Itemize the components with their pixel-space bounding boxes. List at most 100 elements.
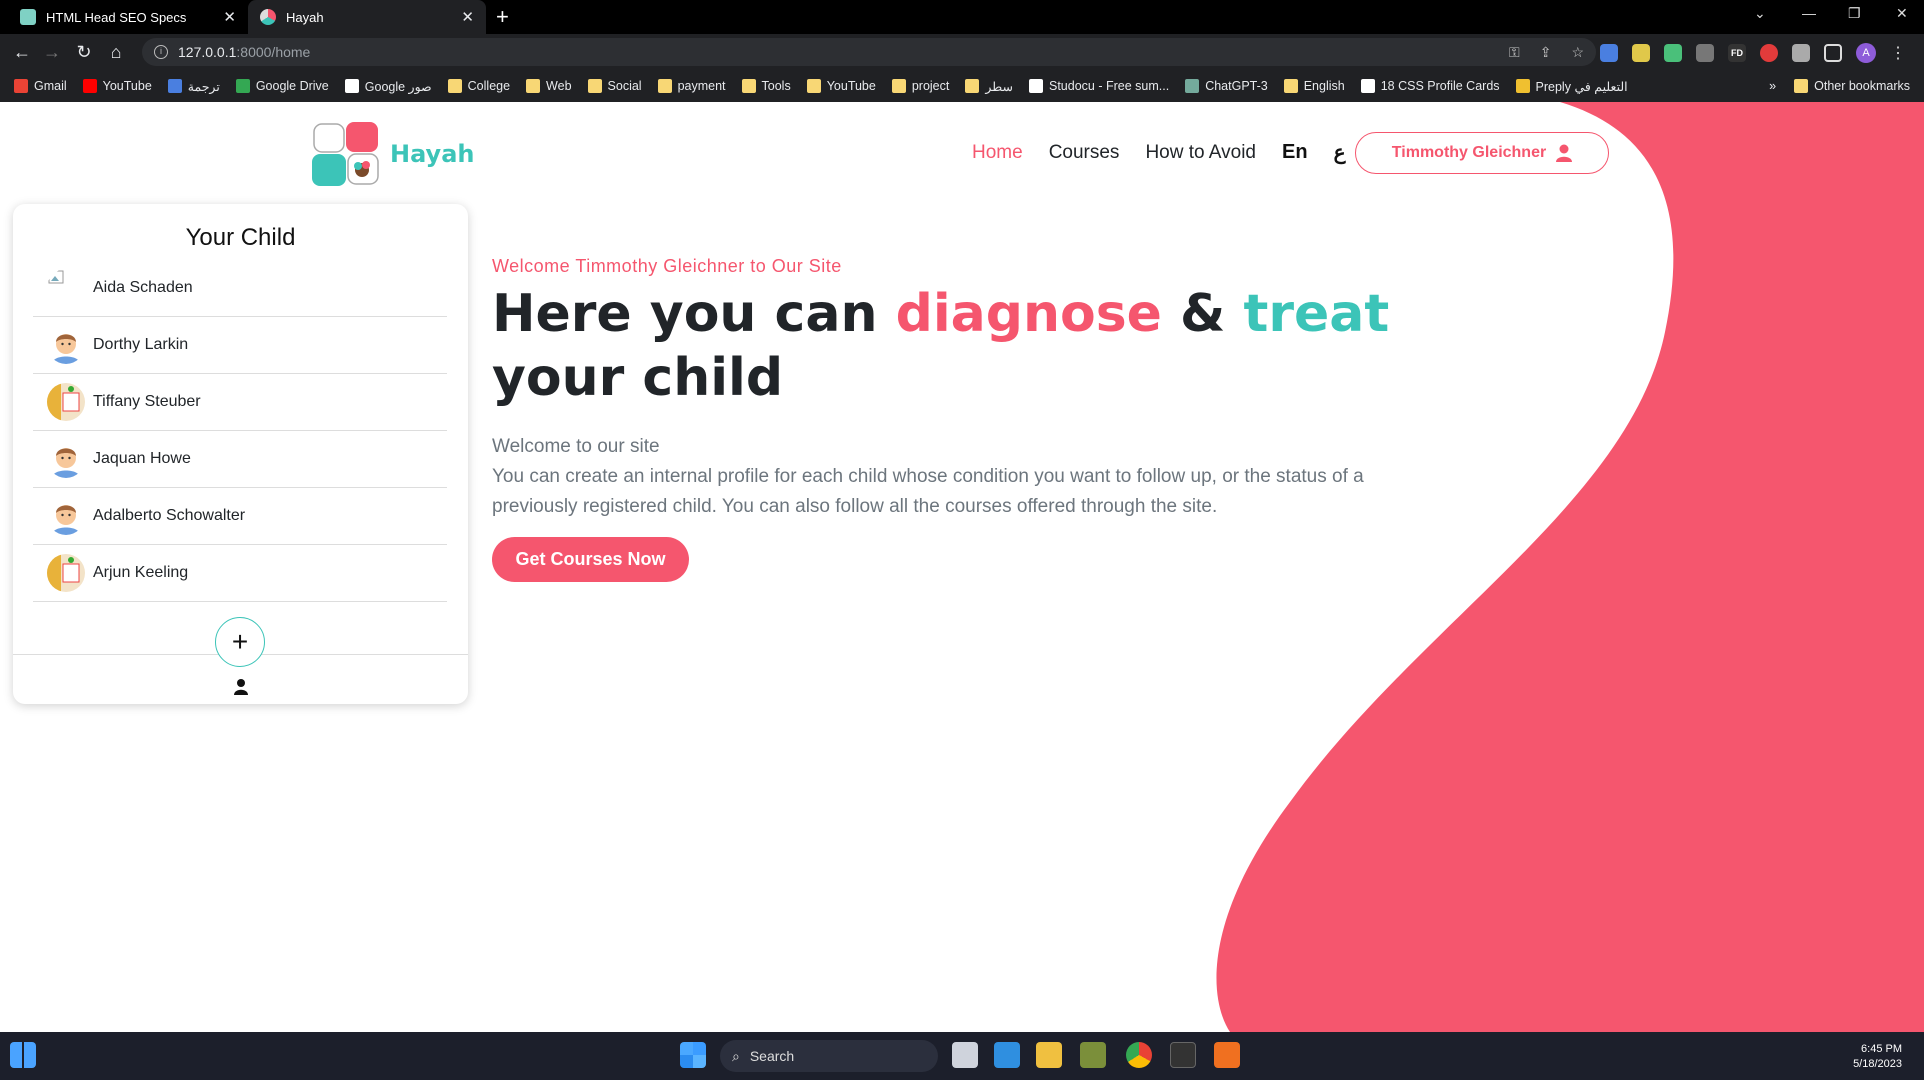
hero-title: Here you can diagnose & treat your child (492, 284, 1390, 408)
lang-ar-button[interactable]: ع (1334, 140, 1346, 165)
bookmark-label: College (467, 79, 511, 93)
side-panel-icon[interactable] (1824, 44, 1842, 62)
address-url: 127.0.0.1:8000/home (178, 44, 311, 60)
star-icon[interactable]: ☆ (1571, 44, 1584, 61)
reload-icon[interactable]: ↻ (72, 40, 96, 64)
bookmark-item[interactable]: Gmail (14, 79, 67, 93)
pen-extension-icon[interactable] (1632, 44, 1650, 62)
terminal-icon[interactable] (1170, 1042, 1196, 1068)
child-name: Dorthy Larkin (93, 336, 189, 353)
tab-favicon-icon (20, 9, 36, 25)
bookmark-label: Google صور (364, 79, 432, 94)
share-icon[interactable]: ⇪ (1540, 44, 1552, 61)
child-avatar (47, 497, 85, 535)
back-arrow-icon[interactable]: ← (10, 40, 34, 64)
taskbar-search[interactable]: ⌕ Search (720, 1040, 938, 1072)
bookmark-item[interactable]: English (1283, 79, 1345, 93)
close-tab-icon[interactable]: ✕ (223, 8, 236, 26)
task-view-icon[interactable] (952, 1042, 978, 1068)
chrome-icon[interactable] (1126, 1042, 1152, 1068)
bookmark-label: Web (546, 79, 572, 93)
xampp-icon[interactable] (1214, 1042, 1240, 1068)
user-profile-button[interactable]: Timmothy Gleichner (1355, 132, 1609, 174)
bookmark-label: Social (607, 79, 642, 93)
tab-hayah[interactable]: Hayah ✕ (248, 0, 486, 34)
folder-icon (891, 79, 906, 93)
fd-extension-icon[interactable]: FD (1728, 44, 1746, 62)
minimize-icon[interactable]: — (1802, 5, 1816, 21)
tab-html-head-seo[interactable]: HTML Head SEO Specs ✕ (8, 0, 248, 34)
child-list: Aida Schaden Dorthy Larkin Tiffany Steuber… (33, 260, 447, 602)
bookmark-label: Tools (761, 79, 791, 93)
drive-icon (235, 79, 250, 93)
close-window-icon[interactable]: ✕ (1896, 5, 1908, 22)
close-tab-icon[interactable]: ✕ (461, 8, 474, 26)
bookmark-item[interactable]: YouTube (806, 79, 876, 93)
bookmark-item[interactable]: YouTube (82, 79, 152, 93)
kebab-menu-icon[interactable]: ⋮ (1890, 43, 1906, 63)
site-info-icon[interactable]: i (154, 45, 168, 59)
site-logo[interactable]: Hayah (310, 118, 474, 190)
bookmark-item[interactable]: payment (657, 79, 726, 93)
child-row[interactable]: Arjun Keeling (33, 545, 447, 602)
bookmark-item[interactable]: سطر (965, 79, 1013, 94)
vscode-icon[interactable] (994, 1042, 1020, 1068)
app-icon[interactable] (1080, 1042, 1106, 1068)
bookmark-item[interactable]: Social (587, 79, 642, 93)
child-row[interactable]: Dorthy Larkin (33, 317, 447, 374)
new-tab-plus-icon[interactable]: + (496, 4, 509, 30)
bookmark-item[interactable]: 18 CSS Profile Cards (1360, 79, 1500, 93)
address-bar[interactable]: i 127.0.0.1:8000/home ⚿ ⇪ ☆ (142, 38, 1596, 66)
child-row[interactable]: Adalberto Schowalter (33, 488, 447, 545)
clock-time: 6:45 PM (1861, 1043, 1902, 1055)
person-icon[interactable] (233, 678, 249, 696)
desc-line-2: You can create an internal profile for e… (492, 466, 1364, 517)
widgets-icon[interactable] (10, 1042, 36, 1068)
shield-extension-icon[interactable] (1696, 44, 1714, 62)
restore-icon[interactable]: ❐ (1848, 5, 1861, 22)
child-row[interactable]: Tiffany Steuber (33, 374, 447, 431)
bookmark-item[interactable]: ChatGPT-3 (1185, 79, 1268, 93)
puzzle-logo-icon (312, 122, 379, 186)
home-icon[interactable]: ⌂ (104, 40, 128, 64)
bookmark-item[interactable]: project (891, 79, 949, 93)
bookmark-item[interactable]: College (447, 79, 511, 93)
nav-home[interactable]: Home (972, 142, 1023, 164)
nav-courses[interactable]: Courses (1049, 142, 1120, 164)
nav-how-to-avoid[interactable]: How to Avoid (1145, 142, 1256, 164)
bookmark-label: YouTube (826, 79, 876, 93)
record-extension-icon[interactable] (1760, 44, 1778, 62)
bookmark-item[interactable]: ترجمة (167, 79, 220, 94)
folder-icon (806, 79, 821, 93)
bookmark-item[interactable]: Web (526, 79, 572, 93)
child-avatar (47, 554, 85, 592)
bookmark-label: payment (677, 79, 726, 93)
browser-toolbar: ← → ↻ ⌂ i 127.0.0.1:8000/home ⚿ ⇪ ☆ FD A… (0, 34, 1924, 70)
child-avatar (47, 269, 85, 307)
bookmark-item[interactable]: Tools (741, 79, 791, 93)
child-row[interactable]: Aida Schaden (33, 260, 447, 317)
ext-green-icon[interactable] (1664, 44, 1682, 62)
more-bookmarks-chevron-icon[interactable]: » (1769, 79, 1776, 93)
tab-search-chevron-icon[interactable]: ⌄ (1754, 5, 1766, 22)
key-icon[interactable]: ⚿ (1509, 44, 1520, 61)
file-explorer-icon[interactable] (1036, 1042, 1062, 1068)
taskbar-clock[interactable]: 6:45 PM 5/18/2023 (1853, 1042, 1902, 1072)
start-windows-icon[interactable] (680, 1042, 706, 1068)
other-bookmarks[interactable]: Other bookmarks (1794, 79, 1910, 93)
puzzle-extensions-icon[interactable] (1792, 44, 1810, 62)
google-icon (344, 79, 359, 93)
child-avatar (47, 440, 85, 478)
bookmark-item[interactable]: Google Drive (235, 79, 329, 93)
bookmark-item[interactable]: Studocu - Free sum... (1029, 79, 1169, 93)
add-child-button[interactable]: + (215, 617, 265, 667)
get-courses-button[interactable]: Get Courses Now (492, 537, 689, 582)
forward-arrow-icon[interactable]: → (40, 40, 64, 64)
treat-word: treat (1243, 284, 1390, 344)
bookmark-item[interactable]: Preply التعليم في (1515, 79, 1628, 94)
lang-en-button[interactable]: En (1282, 141, 1308, 164)
translate-extension-icon[interactable] (1600, 44, 1618, 62)
child-row[interactable]: Jaquan Howe (33, 431, 447, 488)
profile-avatar[interactable]: A (1856, 43, 1876, 63)
bookmark-item[interactable]: Google صور (344, 79, 432, 94)
